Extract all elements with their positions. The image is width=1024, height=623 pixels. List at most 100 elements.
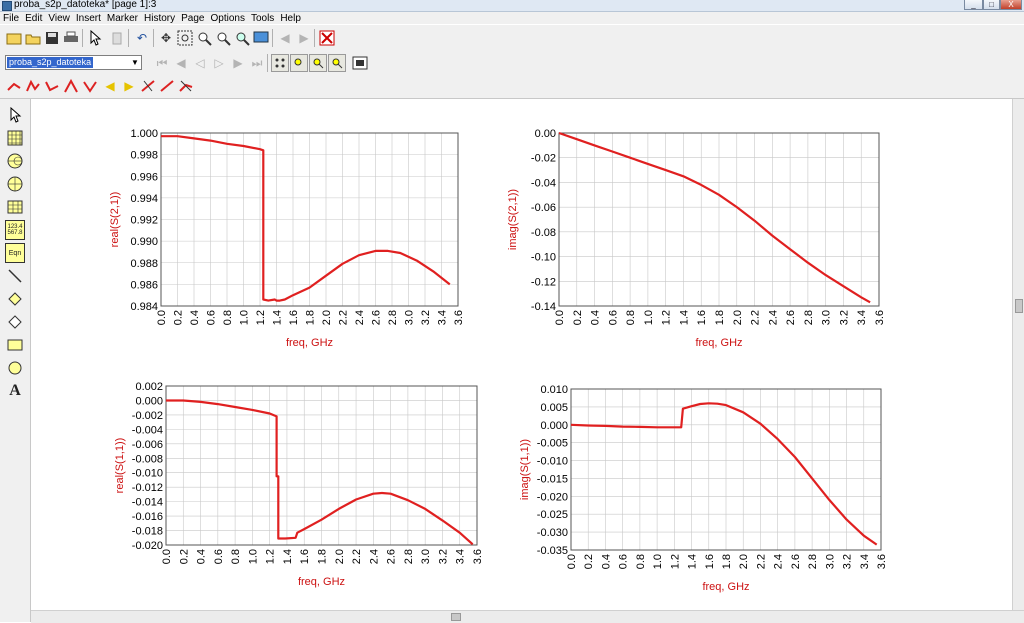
- prev-icon[interactable]: ◁: [191, 54, 209, 72]
- next-icon[interactable]: ▷: [210, 54, 228, 72]
- x-tick-label: 1.0: [239, 310, 251, 325]
- x-tick-label: 0.4: [590, 310, 602, 325]
- page-forward-icon[interactable]: ▶: [295, 29, 313, 47]
- menu-insert[interactable]: Insert: [73, 13, 104, 25]
- x-tick-label: 2.2: [750, 310, 762, 325]
- x-tick-label: 3.6: [453, 310, 465, 325]
- zoom-minus-icon[interactable]: [328, 54, 346, 72]
- polygon-icon[interactable]: [5, 312, 25, 332]
- zoom-in-icon[interactable]: [195, 29, 213, 47]
- menu-file[interactable]: File: [0, 13, 22, 25]
- x-tick-label: 1.2: [255, 310, 267, 325]
- list-grid-icon[interactable]: [5, 197, 25, 217]
- pointer-icon[interactable]: [5, 105, 25, 125]
- menu-help[interactable]: Help: [277, 13, 304, 25]
- print-icon[interactable]: [62, 29, 80, 47]
- marker-max-icon[interactable]: [62, 77, 80, 95]
- smith-chart-icon[interactable]: [5, 151, 25, 171]
- maximize-button[interactable]: □: [983, 0, 1000, 10]
- zoom-out-icon[interactable]: [214, 29, 232, 47]
- prev-page-icon[interactable]: ◀: [172, 54, 190, 72]
- menu-history[interactable]: History: [141, 13, 178, 25]
- menu-tools[interactable]: Tools: [248, 13, 277, 25]
- menu-options[interactable]: Options: [207, 13, 247, 25]
- next-page-icon[interactable]: ▶: [229, 54, 247, 72]
- new-icon[interactable]: [5, 29, 23, 47]
- open-icon[interactable]: [24, 29, 42, 47]
- y-tick-label: 1.000: [130, 128, 158, 140]
- y-axis-label: imag(S(2,1)): [507, 189, 519, 250]
- x-tick-label: 2.8: [403, 549, 415, 564]
- polyline-icon[interactable]: [5, 289, 25, 309]
- x-tick-label: 0.4: [189, 310, 201, 325]
- numeric-table-icon[interactable]: 123.4 567.8: [5, 220, 25, 240]
- marker-new-icon[interactable]: [5, 77, 23, 95]
- delete-icon[interactable]: [108, 29, 126, 47]
- x-axis-label: freq, GHz: [702, 581, 749, 593]
- rectangle-icon[interactable]: [5, 335, 25, 355]
- chevron-down-icon[interactable]: ▼: [129, 56, 141, 69]
- plot-1: 0.0 0.2 0.4 0.6 0.8 1.0 1.2 1.4 1.6 1.8 2.0 2.2 2.4 2…: [109, 128, 465, 349]
- text-tool-icon[interactable]: A: [5, 381, 25, 401]
- equation-icon[interactable]: Eqn: [5, 243, 25, 263]
- zoom-fit-icon[interactable]: [233, 29, 251, 47]
- zoom-box-icon[interactable]: [290, 54, 308, 72]
- view-all-icon[interactable]: [271, 54, 289, 72]
- marker-peak-icon[interactable]: [24, 77, 42, 95]
- y-tick-label: 0.988: [130, 258, 158, 270]
- x-tick-label: 0.8: [635, 554, 647, 569]
- marker-valley-icon[interactable]: [43, 77, 61, 95]
- x-tick-label: 2.0: [738, 554, 750, 569]
- plot-canvas[interactable]: 0.0 0.2 0.4 0.6 0.8 1.0 1.2 1.4 1.6 1.8 2.0 2.2 2.4 2…: [31, 99, 1012, 610]
- close-window-button[interactable]: X: [1000, 0, 1022, 10]
- y-tick-label: -0.010: [537, 456, 568, 468]
- zoom-plus-icon[interactable]: [309, 54, 327, 72]
- save-icon[interactable]: [43, 29, 61, 47]
- menu-edit[interactable]: Edit: [22, 13, 45, 25]
- x-tick-label: 3.0: [404, 310, 416, 325]
- vertical-scroll-thumb[interactable]: [1015, 299, 1023, 313]
- stop-icon[interactable]: [318, 29, 336, 47]
- screen-icon[interactable]: [252, 29, 270, 47]
- line-tool-icon[interactable]: [5, 266, 25, 286]
- y-tick-label: -0.014: [132, 497, 163, 509]
- y-tick-label: 0.984: [130, 301, 158, 313]
- page-back-icon[interactable]: ◀: [276, 29, 294, 47]
- fit-window-icon[interactable]: [351, 54, 369, 72]
- x-tick-label: 0.6: [213, 549, 225, 564]
- marker-right-icon[interactable]: ▶: [120, 77, 138, 95]
- last-page-icon[interactable]: ⏭: [248, 54, 266, 72]
- x-tick-label: 1.6: [696, 310, 708, 325]
- zoom-area-icon[interactable]: [176, 29, 194, 47]
- x-tick-label: 1.4: [282, 549, 294, 564]
- polar-plot-icon[interactable]: [5, 174, 25, 194]
- marker-off-icon[interactable]: [177, 77, 195, 95]
- table-plot-icon[interactable]: [5, 128, 25, 148]
- marker-delta-icon[interactable]: [139, 77, 157, 95]
- menu-view[interactable]: View: [45, 13, 73, 25]
- app-icon: [2, 1, 12, 11]
- circle-icon[interactable]: [5, 358, 25, 378]
- horizontal-scroll-thumb[interactable]: [451, 613, 461, 621]
- x-tick-label: 1.8: [317, 549, 329, 564]
- first-page-icon[interactable]: ⏮: [153, 54, 171, 72]
- vertical-scrollbar[interactable]: [1012, 99, 1024, 610]
- page-select-dropdown[interactable]: proba_s2p_datoteka ▼: [5, 55, 142, 70]
- y-tick-label: -0.004: [132, 424, 163, 436]
- series-line: [558, 131, 871, 304]
- x-tick-label: 3.4: [437, 310, 449, 325]
- menu-page[interactable]: Page: [178, 13, 207, 25]
- x-tick-label: 1.8: [714, 310, 726, 325]
- marker-min-icon[interactable]: [81, 77, 99, 95]
- select-pointer-icon[interactable]: [86, 29, 104, 47]
- series-line: [161, 135, 451, 302]
- x-tick-label: 3.2: [842, 554, 854, 569]
- x-tick-label: 3.6: [472, 549, 484, 564]
- undo-icon[interactable]: ↶: [133, 29, 151, 47]
- minimize-button[interactable]: _: [964, 0, 983, 10]
- menu-marker[interactable]: Marker: [104, 13, 141, 25]
- move-icon[interactable]: ✥: [157, 29, 175, 47]
- marker-line-icon[interactable]: [158, 77, 176, 95]
- horizontal-scrollbar[interactable]: [31, 610, 1024, 623]
- marker-left-icon[interactable]: ◀: [101, 77, 119, 95]
